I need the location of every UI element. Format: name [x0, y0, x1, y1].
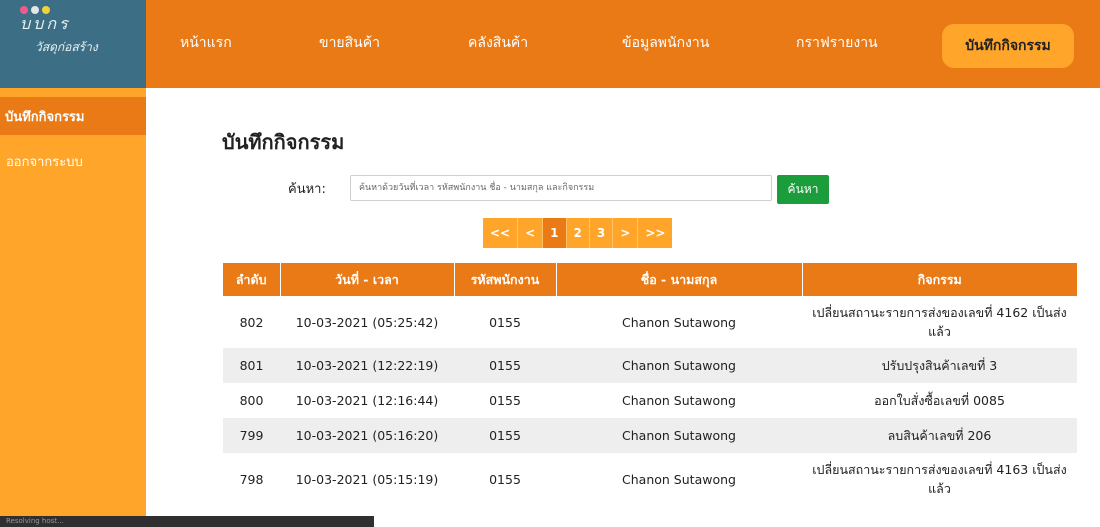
- cell-datetime: 10-03-2021 (05:25:42): [280, 296, 454, 348]
- cell-activity: ออกใบสั่งซื้อเลขที่ 0085: [802, 383, 1077, 418]
- cell-no: 802: [223, 296, 280, 348]
- search-label: ค้นหา:: [288, 182, 326, 197]
- logo-dot-yellow: [42, 6, 50, 14]
- search-button[interactable]: ค้นหา: [777, 175, 829, 204]
- page-1-button[interactable]: 1: [543, 218, 567, 248]
- page-3-button[interactable]: 3: [589, 218, 614, 248]
- column-header-name: ชื่อ - นามสกุล: [556, 263, 803, 296]
- table-row: 802 10-03-2021 (05:25:42) 0155 Chanon Su…: [223, 296, 1077, 348]
- cell-name: Chanon Sutawong: [556, 348, 802, 383]
- cell-activity: เปลี่ยนสถานะรายการส่งของเลขที่ 4163 เป็น…: [802, 453, 1077, 505]
- cell-no: 800: [223, 383, 280, 418]
- sidebar-item-activity-log[interactable]: บันทึกกิจกรรม: [0, 97, 146, 135]
- cell-datetime: 10-03-2021 (05:15:19): [280, 453, 454, 505]
- brand-logo[interactable]: บบกร วัสดุก่อสร้าง: [0, 0, 146, 88]
- column-header-activity: กิจกรรม: [802, 263, 1077, 296]
- cell-no: 801: [223, 348, 280, 383]
- cell-name: Chanon Sutawong: [556, 296, 802, 348]
- cell-activity: เปลี่ยนสถานะรายการส่งของเลขที่ 4162 เป็น…: [802, 296, 1077, 348]
- table-row: 801 10-03-2021 (12:22:19) 0155 Chanon Su…: [223, 348, 1077, 383]
- nav-activity-log-active[interactable]: บันทึกกิจกรรม: [942, 24, 1074, 68]
- cell-datetime: 10-03-2021 (05:16:20): [280, 418, 454, 453]
- sidebar: บันทึกกิจกรรม ออกจากระบบ: [0, 88, 146, 527]
- nav-inventory[interactable]: คลังสินค้า: [468, 32, 528, 54]
- nav-sales[interactable]: ขายสินค้า: [319, 32, 380, 54]
- cell-name: Chanon Sutawong: [556, 418, 802, 453]
- page-title: บันทึกกิจกรรม: [222, 130, 345, 154]
- cell-employee-id: 0155: [454, 296, 556, 348]
- nav-home[interactable]: หน้าแรก: [180, 32, 232, 54]
- logo-dots: [20, 6, 146, 14]
- page-last-button[interactable]: >>: [638, 218, 673, 248]
- logo-title: บบกร: [20, 14, 71, 33]
- table-row: 800 10-03-2021 (12:16:44) 0155 Chanon Su…: [223, 383, 1077, 418]
- nav-report-graph[interactable]: กราฟรายงาน: [796, 32, 878, 54]
- nav-employees[interactable]: ข้อมูลพนักงาน: [622, 32, 709, 54]
- cell-datetime: 10-03-2021 (12:16:44): [280, 383, 454, 418]
- top-navigation: หน้าแรก ขายสินค้า คลังสินค้า ข้อมูลพนักง…: [146, 0, 1100, 88]
- search-input[interactable]: [350, 175, 772, 201]
- logo-dot-white: [31, 6, 39, 14]
- page-first-button[interactable]: <<: [483, 218, 519, 248]
- cell-activity: ลบสินค้าเลขที่ 206: [802, 418, 1077, 453]
- table-row: 798 10-03-2021 (05:15:19) 0155 Chanon Su…: [223, 453, 1077, 505]
- cell-employee-id: 0155: [454, 418, 556, 453]
- table-header-row: ลำดับ วันที่ - เวลา รหัสพนักงาน ชื่อ - น…: [223, 263, 1077, 296]
- cell-no: 798: [223, 453, 280, 505]
- sidebar-item-logout[interactable]: ออกจากระบบ: [6, 151, 83, 172]
- page-next-button[interactable]: >: [613, 218, 639, 248]
- activity-log-table: ลำดับ วันที่ - เวลา รหัสพนักงาน ชื่อ - น…: [223, 263, 1077, 505]
- browser-status-bar: Resolving host...: [0, 516, 374, 527]
- cell-employee-id: 0155: [454, 453, 556, 505]
- logo-dot-pink: [20, 6, 28, 14]
- pagination: << < 1 2 3 > >>: [483, 218, 673, 248]
- cell-activity: ปรับปรุงสินค้าเลขที่ 3: [802, 348, 1077, 383]
- cell-employee-id: 0155: [454, 348, 556, 383]
- cell-name: Chanon Sutawong: [556, 383, 802, 418]
- column-header-no: ลำดับ: [223, 263, 281, 296]
- table-row: 799 10-03-2021 (05:16:20) 0155 Chanon Su…: [223, 418, 1077, 453]
- cell-no: 799: [223, 418, 280, 453]
- cell-employee-id: 0155: [454, 383, 556, 418]
- page-prev-button[interactable]: <: [518, 218, 544, 248]
- page-2-button[interactable]: 2: [566, 218, 590, 248]
- column-header-employee-id: รหัสพนักงาน: [454, 263, 557, 296]
- cell-name: Chanon Sutawong: [556, 453, 802, 505]
- column-header-datetime: วันที่ - เวลา: [280, 263, 455, 296]
- logo-subtitle: วัสดุก่อสร้าง: [35, 40, 98, 54]
- cell-datetime: 10-03-2021 (12:22:19): [280, 348, 454, 383]
